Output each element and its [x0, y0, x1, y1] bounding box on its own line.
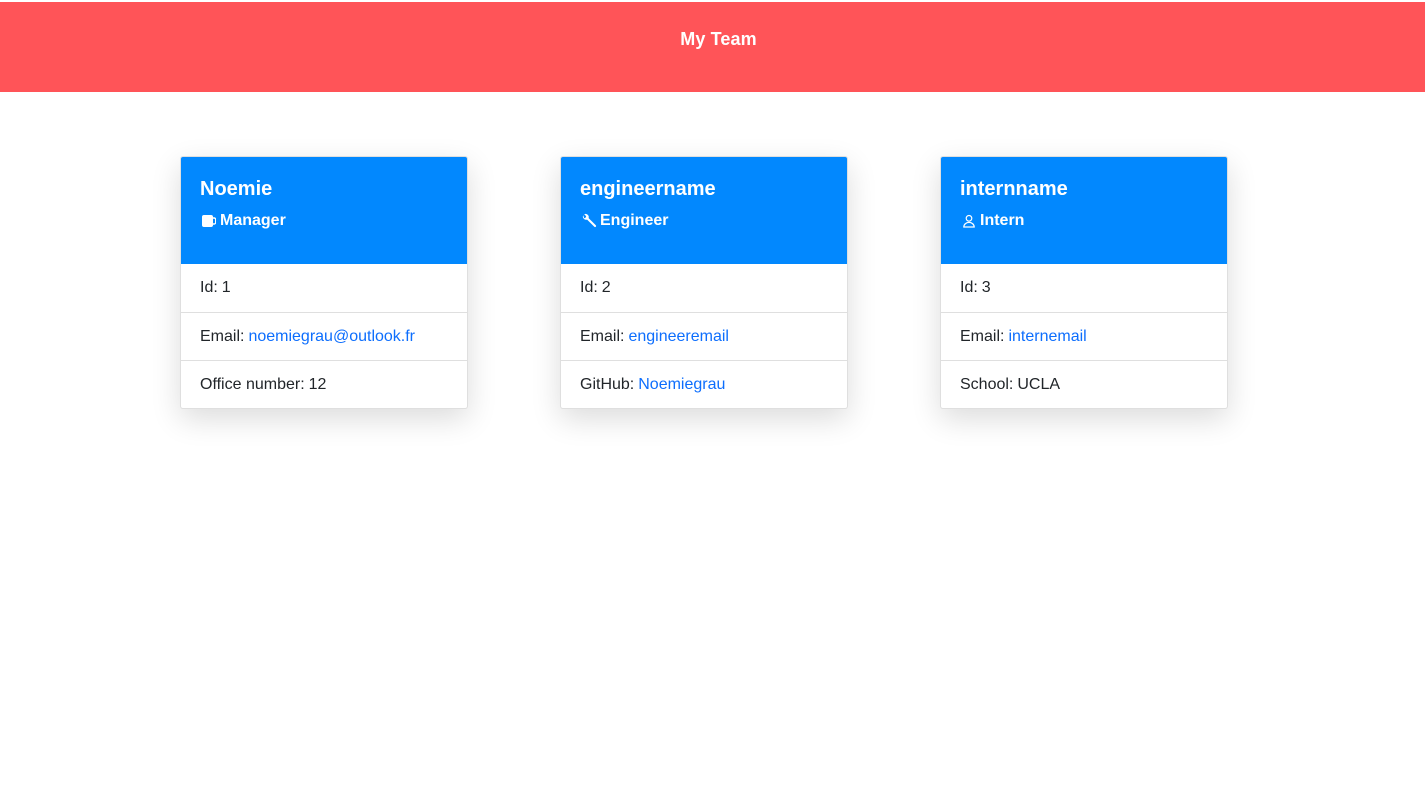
- page-title: My Team: [680, 28, 757, 49]
- employee-name: internname: [960, 178, 1068, 200]
- email-link[interactable]: noemiegrau@outlook.fr: [248, 328, 415, 346]
- email-label: Email:: [960, 327, 1005, 345]
- employee-card-intern: internname Intern Id: 3 Email: internema…: [940, 156, 1228, 409]
- office-number-value: 12: [308, 375, 327, 393]
- detail-id: Id: 1: [181, 264, 467, 312]
- detail-id: Id: 2: [561, 264, 847, 312]
- coffee-mug-icon: [200, 213, 217, 230]
- person-icon: [960, 213, 977, 230]
- id-value: 2: [601, 279, 611, 296]
- office-number-label: Office number:: [200, 375, 305, 393]
- detail-office-number: Office number: 12: [181, 360, 467, 408]
- detail-email: Email: engineeremail: [561, 312, 847, 360]
- employee-card-engineer: engineername Engineer Id: 2 Email: engin…: [560, 156, 848, 409]
- detail-email: Email: noemiegrau@outlook.fr: [181, 312, 467, 360]
- employee-details: Id: 1 Email: noemiegrau@outlook.fr Offic…: [181, 264, 467, 408]
- detail-school: School: UCLA: [941, 360, 1227, 408]
- detail-email: Email: internemail: [941, 312, 1227, 360]
- employee-role: Engineer: [580, 211, 828, 231]
- employee-role: Intern: [960, 211, 1208, 231]
- id-value: 3: [981, 279, 991, 296]
- email-label: Email:: [580, 327, 625, 345]
- card-header: engineername Engineer: [561, 157, 847, 264]
- employee-card-manager: Noemie Manager Id: 1 Email: noemiegrau@o…: [180, 156, 468, 409]
- employee-name: Noemie: [200, 178, 273, 200]
- id-label: Id:: [200, 279, 218, 296]
- id-value: 1: [221, 279, 231, 296]
- employee-role-label: Engineer: [600, 212, 669, 229]
- employee-role-label: Manager: [220, 212, 286, 229]
- school-label: School:: [960, 375, 1014, 393]
- email-label: Email:: [200, 327, 245, 345]
- detail-id: Id: 3: [941, 264, 1227, 312]
- email-link[interactable]: internemail: [1008, 328, 1086, 346]
- employee-name: engineername: [580, 178, 716, 200]
- employee-role: Manager: [200, 211, 448, 231]
- detail-github: GitHub: Noemiegrau: [561, 360, 847, 408]
- school-value: UCLA: [1017, 375, 1061, 393]
- card-header: internname Intern: [941, 157, 1227, 264]
- github-label: GitHub:: [580, 375, 635, 393]
- card-header: Noemie Manager: [181, 157, 467, 264]
- id-label: Id:: [580, 279, 598, 296]
- page-header: My Team: [0, 2, 1425, 92]
- github-link[interactable]: Noemiegrau: [638, 376, 725, 394]
- employee-role-label: Intern: [980, 212, 1025, 229]
- wrench-icon: [580, 213, 597, 230]
- employee-details: Id: 3 Email: internemail School: UCLA: [941, 264, 1227, 408]
- id-label: Id:: [960, 279, 978, 296]
- email-link[interactable]: engineeremail: [628, 328, 729, 346]
- employee-details: Id: 2 Email: engineeremail GitHub: Noemi…: [561, 264, 847, 408]
